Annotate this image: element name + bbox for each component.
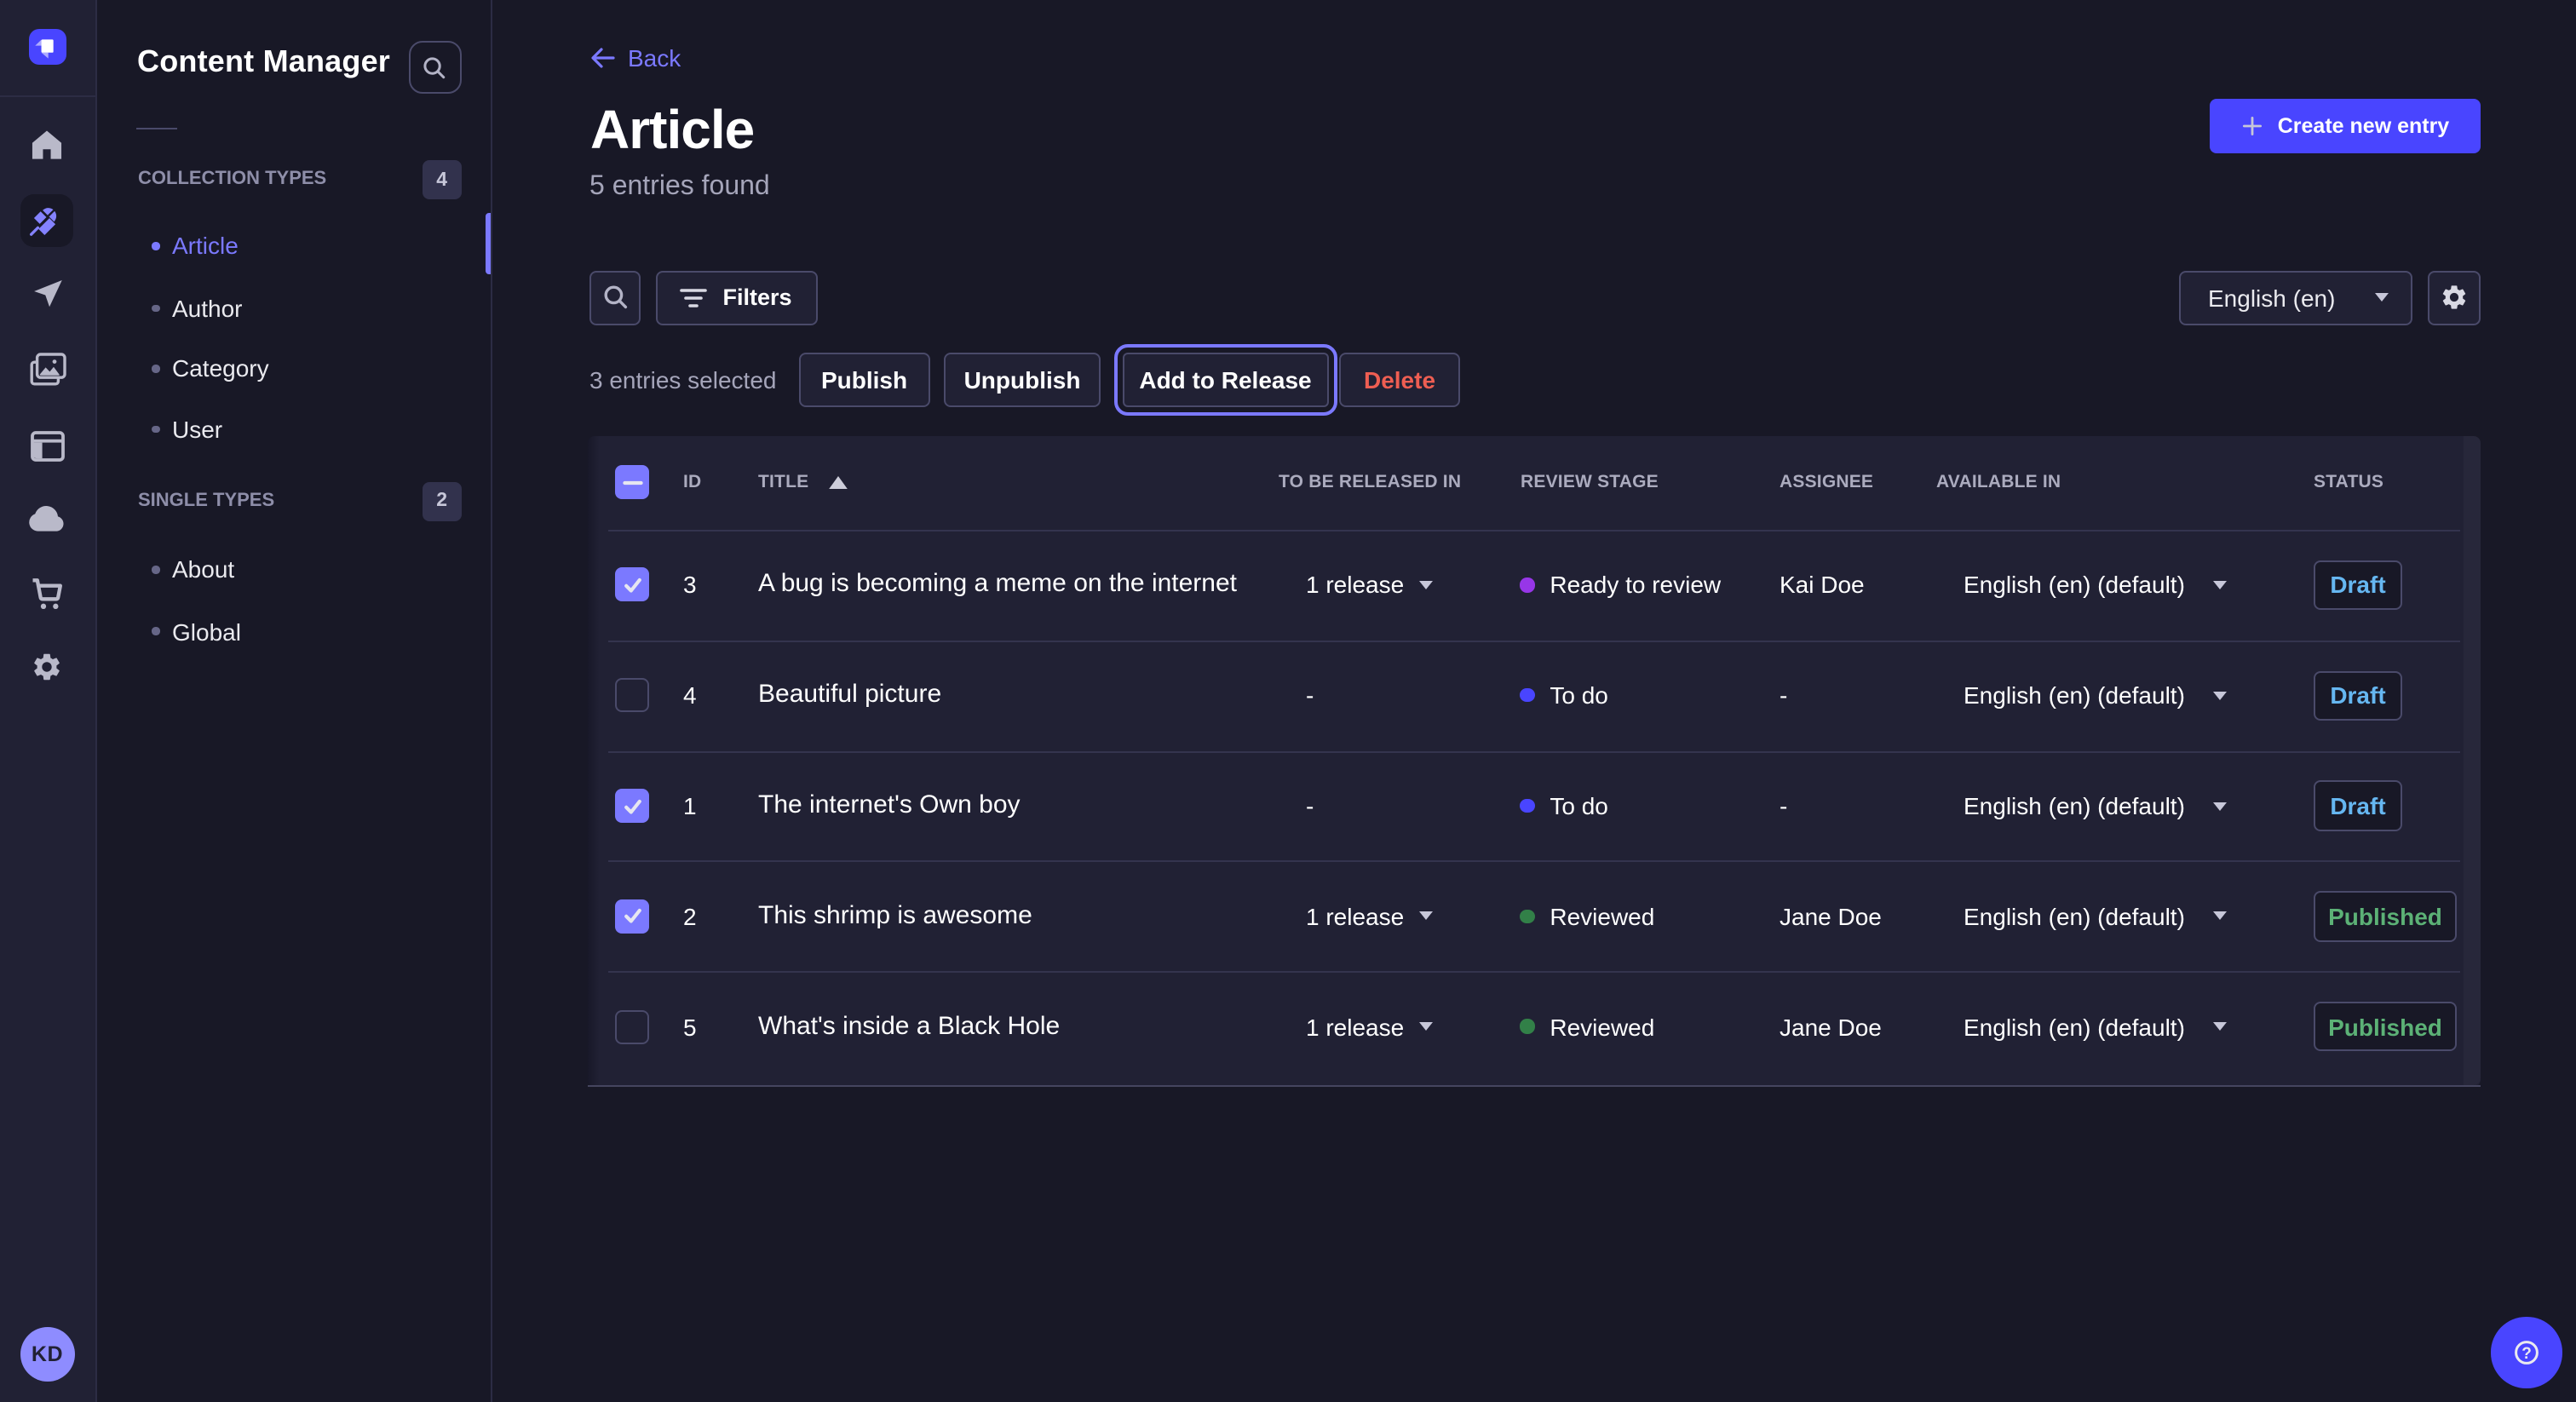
svg-text:?: ? [2521, 1344, 2532, 1362]
